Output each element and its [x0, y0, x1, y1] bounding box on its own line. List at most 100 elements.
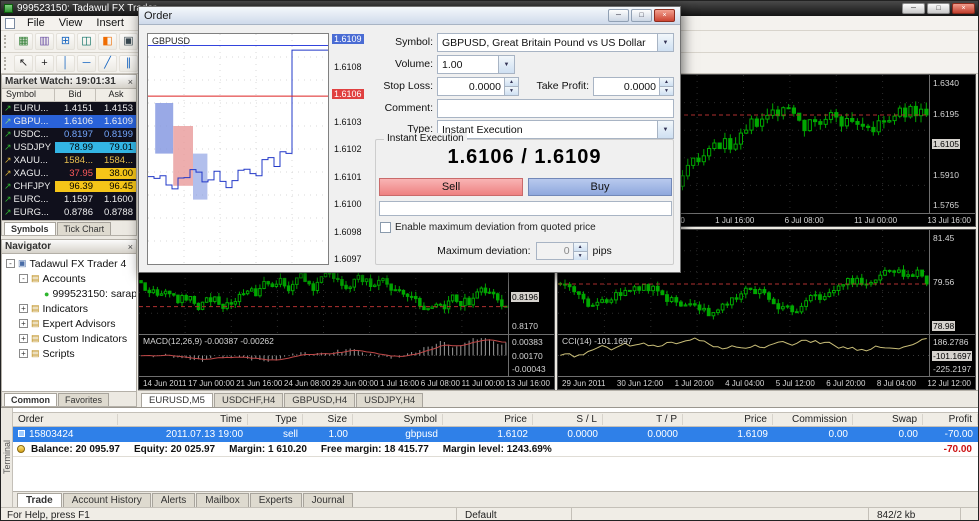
market-watch-row[interactable]: ↗EURU... 1.4151 1.4153: [2, 102, 136, 115]
chart-tab[interactable]: GBPUSD,H4: [284, 393, 355, 407]
panel-tab[interactable]: Symbols: [4, 222, 56, 235]
terminal-column-header[interactable]: S / L: [533, 414, 603, 425]
tree-expander-icon[interactable]: +: [19, 349, 28, 358]
deviation-stepper[interactable]: ▲▼: [536, 242, 588, 260]
sell-button[interactable]: Sell: [379, 178, 523, 196]
navigator-icon[interactable]: ◧: [98, 33, 117, 50]
panel-tab[interactable]: Favorites: [58, 393, 109, 406]
status-profile-selector[interactable]: Default: [456, 508, 571, 521]
spin-down-icon[interactable]: ▼: [660, 86, 673, 95]
buy-button[interactable]: Buy: [528, 178, 672, 196]
checkbox-icon[interactable]: [380, 222, 391, 233]
data-window-icon[interactable]: ◫: [77, 33, 96, 50]
minimize-button[interactable]: ─: [902, 3, 925, 14]
panel-tab[interactable]: Common: [4, 393, 57, 406]
spin-up-icon[interactable]: ▲: [574, 243, 587, 251]
dropdown-icon[interactable]: ▼: [657, 34, 673, 51]
close-button[interactable]: ×: [952, 3, 975, 14]
close-icon[interactable]: ×: [128, 242, 133, 252]
spin-up-icon[interactable]: ▲: [660, 78, 673, 86]
volume-select[interactable]: 1.00 ▼: [437, 55, 515, 74]
terminal-column-header[interactable]: Time: [118, 414, 248, 425]
menu-item[interactable]: File: [20, 16, 52, 31]
tree-expander-icon[interactable]: +: [19, 304, 28, 313]
terminal-column-header[interactable]: T / P: [603, 414, 683, 425]
navigator-header[interactable]: Navigator ×: [2, 240, 136, 254]
market-watch-row[interactable]: ↗EURG... 0.8786 0.8788: [2, 206, 136, 219]
market-watch-row[interactable]: ↗EURC... 1.1597 1.1600: [2, 193, 136, 206]
terminal-column-header[interactable]: Profit: [923, 414, 978, 425]
column-bid[interactable]: Bid: [55, 89, 96, 101]
crosshair-icon[interactable]: +: [35, 55, 54, 72]
dialog-maximize-button[interactable]: □: [631, 9, 652, 22]
spin-down-icon[interactable]: ▼: [505, 86, 518, 95]
menu-item[interactable]: View: [52, 16, 90, 31]
terminal-tab[interactable]: Experts: [250, 493, 302, 507]
profiles-icon[interactable]: ▥: [35, 33, 54, 50]
take-profit-input[interactable]: [594, 78, 659, 95]
tree-item-account[interactable]: ● 999523150: sarapat: [2, 286, 136, 301]
market-watch-row[interactable]: ↗XAUU... 1584... 1584...: [2, 154, 136, 167]
open-order-row[interactable]: 15803424 2011.07.13 19:00 sell 1.00 gbpu…: [13, 427, 978, 442]
terminal-tab[interactable]: Trade: [17, 493, 62, 507]
market-watch-row[interactable]: ↗CHFJPY 96.39 96.45: [2, 180, 136, 193]
take-profit-stepper[interactable]: ▲▼: [593, 77, 674, 96]
market-watch-icon[interactable]: ⊞: [56, 33, 75, 50]
trendline-icon[interactable]: ╱: [98, 55, 117, 72]
order-dialog-titlebar[interactable]: Order ─ □ ×: [139, 7, 680, 25]
toolbar-grip[interactable]: [4, 57, 8, 70]
chart-tab[interactable]: USDCHF,H4: [214, 393, 283, 407]
symbol-select[interactable]: GBPUSD, Great Britain Pound vs US Dollar…: [437, 33, 674, 52]
market-watch-header[interactable]: Market Watch: 19:01:31 ×: [2, 75, 136, 89]
terminal-tab[interactable]: Account History: [63, 493, 151, 507]
terminal-column-header[interactable]: Price: [683, 414, 773, 425]
terminal-column-header[interactable]: Commission: [773, 414, 853, 425]
vertical-line-icon[interactable]: │: [56, 55, 75, 72]
channel-icon[interactable]: ∥: [119, 55, 138, 72]
terminal-tab[interactable]: Alerts: [152, 493, 196, 507]
horizontal-line-icon[interactable]: ─: [77, 55, 96, 72]
market-watch-row[interactable]: ↗USDC... 0.8197 0.8199: [2, 128, 136, 141]
toolbar-grip[interactable]: [4, 35, 8, 48]
tree-item-scripts[interactable]: + ▤ Scripts: [2, 346, 136, 361]
dialog-close-button[interactable]: ×: [654, 9, 675, 22]
chart-tab[interactable]: EURUSD,M5: [141, 393, 213, 407]
tree-expander-icon[interactable]: -: [6, 259, 15, 268]
tree-item-indicators[interactable]: + ▤ Indicators: [2, 301, 136, 316]
tree-expander-icon[interactable]: +: [19, 334, 28, 343]
close-icon[interactable]: ×: [128, 77, 133, 87]
cursor-icon[interactable]: ↖: [14, 55, 33, 72]
chart-tab[interactable]: USDJPY,H4: [356, 393, 423, 407]
spin-down-icon[interactable]: ▼: [574, 251, 587, 260]
dropdown-icon[interactable]: ▼: [498, 56, 514, 73]
dialog-minimize-button[interactable]: ─: [608, 9, 629, 22]
terminal-icon[interactable]: ▣: [119, 33, 138, 50]
dropdown-icon[interactable]: ▼: [657, 121, 673, 138]
market-watch-row[interactable]: ↗USDJPY 78.99 79.01: [2, 141, 136, 154]
market-watch-row[interactable]: ↗XAGU... 37.95 38.00: [2, 167, 136, 180]
tree-expander-icon[interactable]: -: [19, 274, 28, 283]
new-chart-icon[interactable]: ▦: [14, 33, 33, 50]
terminal-column-header[interactable]: Size: [303, 414, 353, 425]
tree-item-accounts[interactable]: - ▤ Accounts: [2, 271, 136, 286]
terminal-column-header[interactable]: Symbol: [353, 414, 443, 425]
maximize-button[interactable]: □: [927, 3, 950, 14]
terminal-tab[interactable]: Journal: [303, 493, 354, 507]
tree-item-root[interactable]: - ▣ Tadawul FX Trader 4: [2, 256, 136, 271]
tree-expander-icon[interactable]: +: [19, 319, 28, 328]
terminal-side-tab[interactable]: Terminal: [1, 408, 13, 507]
deviation-checkbox-row[interactable]: Enable maximum deviation from quoted pri…: [380, 222, 596, 233]
stop-loss-input[interactable]: [438, 78, 504, 95]
comment-input[interactable]: [437, 99, 674, 118]
terminal-column-header[interactable]: Price: [443, 414, 533, 425]
type-select[interactable]: Instant Execution ▼: [437, 120, 674, 139]
tree-item-custom-indicators[interactable]: + ▤ Custom Indicators: [2, 331, 136, 346]
deviation-input[interactable]: [537, 243, 573, 259]
tree-item-expert-advisors[interactable]: + ▤ Expert Advisors: [2, 316, 136, 331]
terminal-column-header[interactable]: Swap: [853, 414, 923, 425]
spin-up-icon[interactable]: ▲: [505, 78, 518, 86]
column-symbol[interactable]: Symbol: [2, 89, 55, 101]
terminal-column-header[interactable]: Type: [248, 414, 303, 425]
resize-grip[interactable]: [960, 508, 978, 521]
panel-tab[interactable]: Tick Chart: [57, 222, 112, 235]
